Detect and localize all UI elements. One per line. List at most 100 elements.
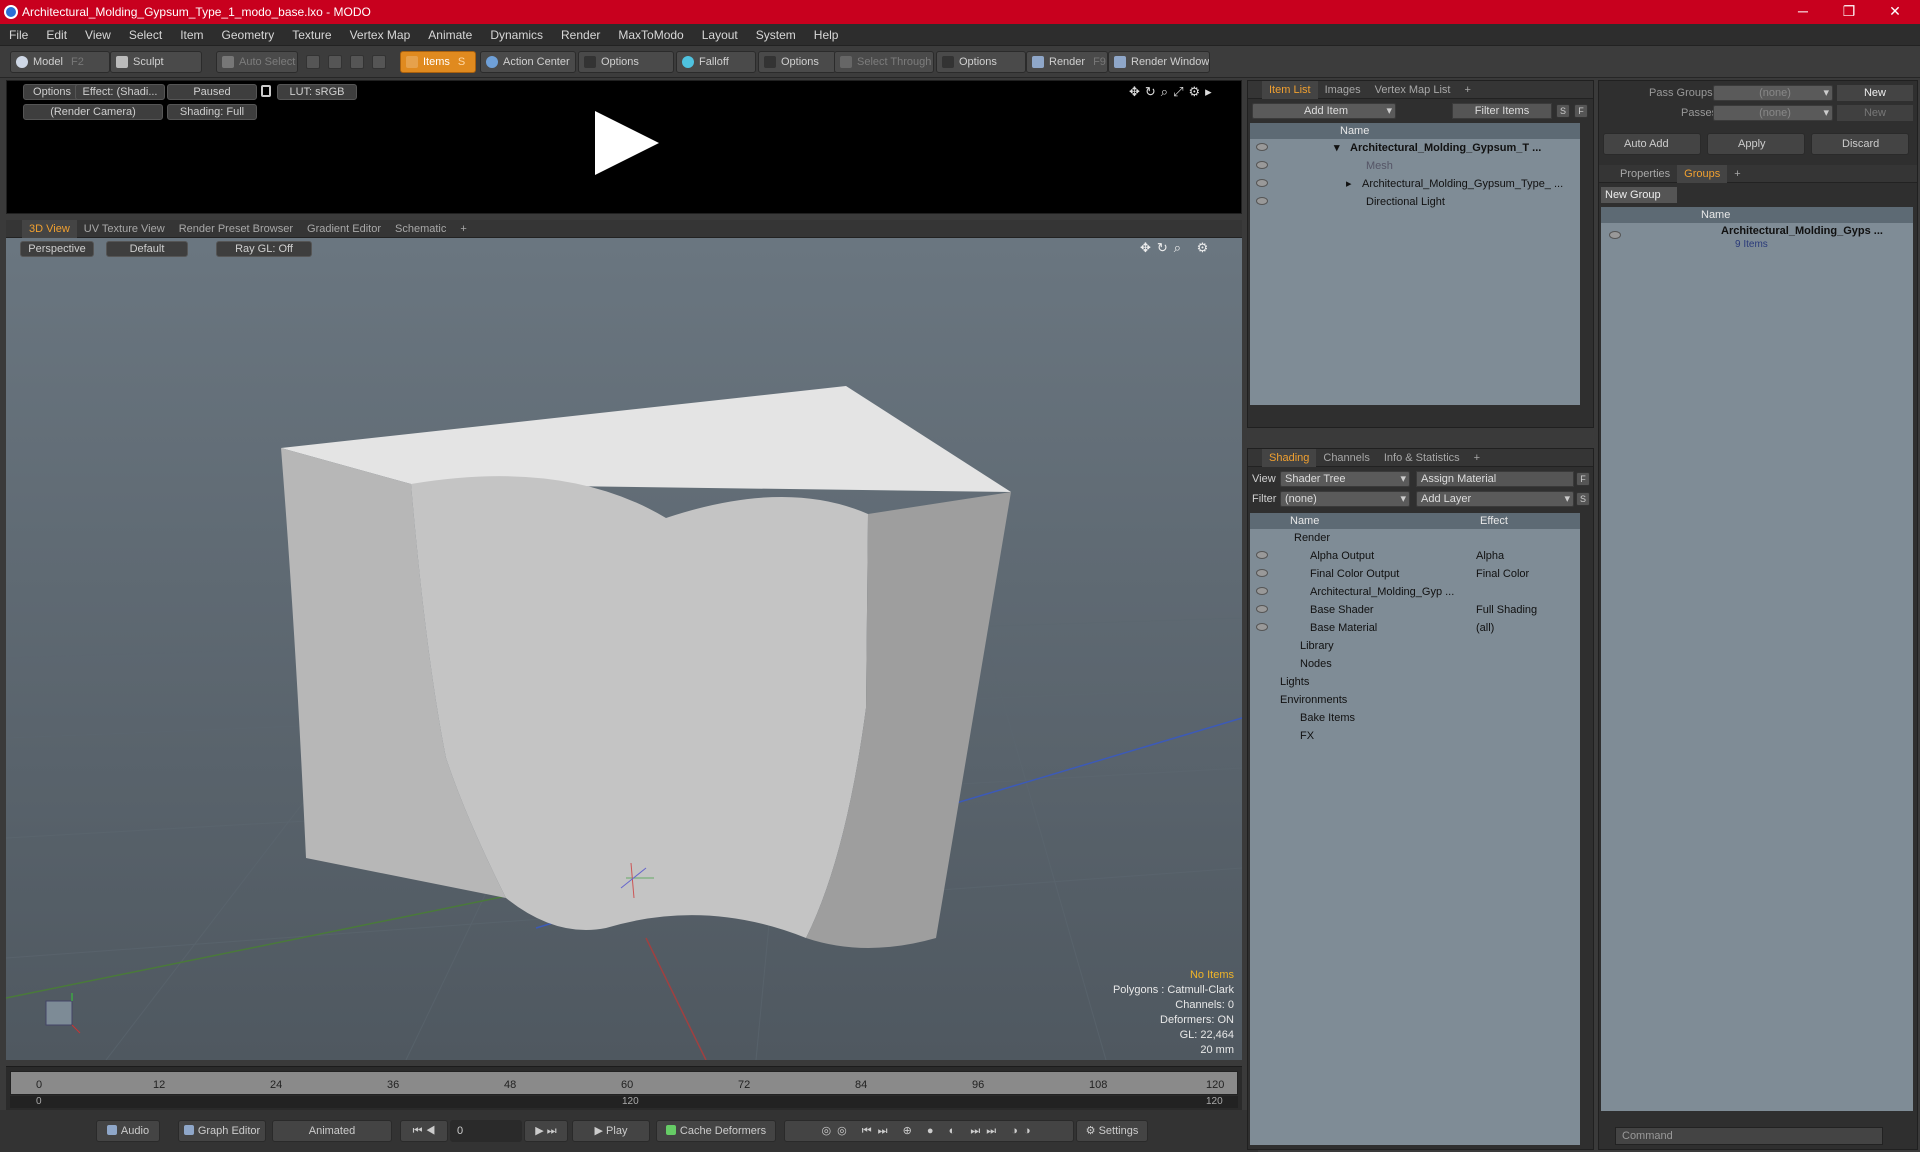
tab-shading[interactable]: Shading bbox=[1262, 449, 1317, 467]
expand-icon[interactable]: ▸ bbox=[1346, 175, 1352, 193]
transport-next-buttons[interactable]: ▶ ⏭ bbox=[524, 1120, 568, 1142]
item-row-group[interactable]: ▸ Architectural_Molding_Gypsum_Type_ ... bbox=[1250, 175, 1580, 193]
eye-icon[interactable] bbox=[1256, 587, 1268, 595]
shader-tree-row[interactable]: Bake Items bbox=[1250, 709, 1580, 727]
viewport-nav-icons[interactable]: ✥↻⌕ ⚙ bbox=[1140, 240, 1214, 256]
perspective-dropdown[interactable]: Perspective bbox=[20, 241, 94, 257]
shader-tree-row[interactable]: Render bbox=[1250, 529, 1580, 547]
menu-maxtomodo[interactable]: MaxToModo bbox=[609, 24, 692, 46]
preview-effect-dropdown[interactable]: Effect: (Shadi... bbox=[75, 84, 165, 100]
eye-icon[interactable] bbox=[1256, 623, 1268, 631]
new-group-button[interactable]: New Group bbox=[1601, 187, 1677, 203]
tab-info-statistics[interactable]: Info & Statistics bbox=[1377, 449, 1467, 467]
tab-schematic[interactable]: Schematic bbox=[388, 220, 453, 238]
eye-icon[interactable] bbox=[1256, 551, 1268, 559]
group-name[interactable]: Architectural_Molding_Gyps ... bbox=[1721, 225, 1883, 237]
preview-nav-icons[interactable]: ✥↻⌕⤢⚙▸ bbox=[1129, 84, 1217, 100]
shader-tree-row[interactable]: Base Material (all) bbox=[1250, 619, 1580, 637]
frame-input[interactable]: 0 bbox=[450, 1120, 522, 1142]
menu-file[interactable]: File bbox=[0, 24, 37, 46]
transport-prev-buttons[interactable]: ⏮ ◀ bbox=[400, 1120, 448, 1142]
lut-dropdown[interactable]: LUT: sRGB bbox=[277, 84, 357, 100]
eye-icon[interactable] bbox=[1256, 605, 1268, 613]
graph-editor-button[interactable]: Graph Editor bbox=[178, 1120, 266, 1142]
eye-icon[interactable] bbox=[1256, 179, 1268, 187]
add-tab-button[interactable]: + bbox=[1467, 449, 1487, 467]
tab-channels[interactable]: Channels bbox=[1316, 449, 1376, 467]
materials-mode-icon[interactable] bbox=[372, 55, 386, 69]
raygl-toggle[interactable]: Ray GL: Off bbox=[216, 241, 312, 257]
menu-animate[interactable]: Animate bbox=[419, 24, 481, 46]
model-mode-button[interactable]: Model F2 bbox=[10, 51, 110, 73]
shading-f-button[interactable]: F bbox=[1576, 472, 1590, 486]
shading-dropdown[interactable]: Shading: Full bbox=[167, 104, 257, 120]
shader-tree-row[interactable]: Final Color Output Final Color bbox=[1250, 565, 1580, 583]
key-tools-icons[interactable]: ◎◎ ⏮⏭ ⊕ ● ◐ ⏭⏭ ◑◑ bbox=[784, 1120, 1074, 1142]
render-camera-dropdown[interactable]: (Render Camera) bbox=[23, 104, 163, 120]
add-item-dropdown[interactable]: Add Item bbox=[1252, 103, 1396, 119]
shader-tree-row[interactable]: Alpha Output Alpha bbox=[1250, 547, 1580, 565]
filter-s-button[interactable]: S bbox=[1556, 104, 1570, 118]
lock-icon[interactable] bbox=[261, 85, 271, 97]
falloff-button[interactable]: Falloff bbox=[676, 51, 756, 73]
shader-tree-row[interactable]: Architectural_Molding_Gyp ... bbox=[1250, 583, 1580, 601]
shader-tree-row[interactable]: Base Shader Full Shading bbox=[1250, 601, 1580, 619]
menu-select[interactable]: Select bbox=[120, 24, 171, 46]
shader-layer-effect[interactable]: Full Shading bbox=[1476, 601, 1537, 619]
sculpt-mode-button[interactable]: Sculpt bbox=[110, 51, 202, 73]
tab-properties[interactable]: Properties bbox=[1613, 165, 1677, 183]
shader-tree-row[interactable]: Environments bbox=[1250, 691, 1580, 709]
view-dropdown[interactable]: Shader Tree bbox=[1280, 471, 1410, 487]
shader-tree-row[interactable]: Lights bbox=[1250, 673, 1580, 691]
item-row-mesh[interactable]: Mesh bbox=[1250, 157, 1580, 175]
edges-mode-icon[interactable] bbox=[328, 55, 342, 69]
render-button[interactable]: Render F9 bbox=[1026, 51, 1108, 73]
shader-tree-row[interactable]: Nodes bbox=[1250, 655, 1580, 673]
item-row-scene[interactable]: ▾ Architectural_Molding_Gypsum_T ... bbox=[1250, 139, 1580, 157]
preview-paused-toggle[interactable]: Paused bbox=[167, 84, 257, 100]
menu-geometry[interactable]: Geometry bbox=[213, 24, 284, 46]
falloff-options-button[interactable]: Options bbox=[758, 51, 836, 73]
restore-icon[interactable]: ❐ bbox=[1826, 0, 1872, 24]
timeline-range-bar[interactable]: 0 120 120 bbox=[10, 1096, 1238, 1108]
command-input[interactable]: Command bbox=[1615, 1127, 1883, 1145]
auto-add-button[interactable]: Auto Add bbox=[1603, 133, 1701, 155]
shader-tree-row[interactable]: FX bbox=[1250, 727, 1580, 745]
pass-groups-dropdown[interactable]: (none) bbox=[1713, 85, 1833, 101]
play-button[interactable]: ▶ Play bbox=[572, 1120, 650, 1142]
tab-gradient-editor[interactable]: Gradient Editor bbox=[300, 220, 388, 238]
shader-layer-effect[interactable]: Alpha bbox=[1476, 547, 1504, 565]
select-through-options-button[interactable]: Options bbox=[936, 51, 1026, 73]
3d-viewport[interactable]: Perspective Default Ray GL: Off ✥↻⌕ ⚙ No… bbox=[6, 238, 1242, 1060]
minimize-icon[interactable]: ─ bbox=[1780, 0, 1826, 24]
animated-dropdown[interactable]: Animated bbox=[272, 1120, 392, 1142]
action-center-button[interactable]: Action Center bbox=[480, 51, 576, 73]
menu-layout[interactable]: Layout bbox=[693, 24, 747, 46]
apply-button[interactable]: Apply bbox=[1707, 133, 1805, 155]
filter-items-input[interactable]: Filter Items bbox=[1452, 103, 1552, 119]
items-mode-button[interactable]: Items S bbox=[400, 51, 476, 73]
settings-button[interactable]: ⚙ Settings bbox=[1076, 1120, 1148, 1142]
eye-icon[interactable] bbox=[1256, 161, 1268, 169]
menu-system[interactable]: System bbox=[747, 24, 805, 46]
add-tab-button[interactable]: + bbox=[453, 220, 473, 238]
tab-uv-texture-view[interactable]: UV Texture View bbox=[77, 220, 172, 238]
filter-dropdown[interactable]: (none) bbox=[1280, 491, 1410, 507]
shading-s-button[interactable]: S bbox=[1576, 492, 1590, 506]
audio-button[interactable]: Audio bbox=[96, 1120, 160, 1142]
menu-render[interactable]: Render bbox=[552, 24, 609, 46]
polygons-mode-icon[interactable] bbox=[350, 55, 364, 69]
menu-item[interactable]: Item bbox=[171, 24, 212, 46]
select-through-button[interactable]: Select Through bbox=[834, 51, 934, 73]
tab-item-list[interactable]: Item List bbox=[1262, 81, 1318, 99]
menu-help[interactable]: Help bbox=[805, 24, 848, 46]
cache-deformers-button[interactable]: Cache Deformers bbox=[656, 1120, 776, 1142]
eye-icon[interactable] bbox=[1609, 231, 1621, 239]
auto-select-button[interactable]: Auto Select bbox=[216, 51, 298, 73]
tab-groups[interactable]: Groups bbox=[1677, 165, 1728, 183]
shader-layer-effect[interactable]: (all) bbox=[1476, 619, 1494, 637]
action-center-options-button[interactable]: Options bbox=[578, 51, 674, 73]
vertices-mode-icon[interactable] bbox=[306, 55, 320, 69]
menu-texture[interactable]: Texture bbox=[283, 24, 340, 46]
preview-options-button[interactable]: Options bbox=[23, 84, 81, 100]
